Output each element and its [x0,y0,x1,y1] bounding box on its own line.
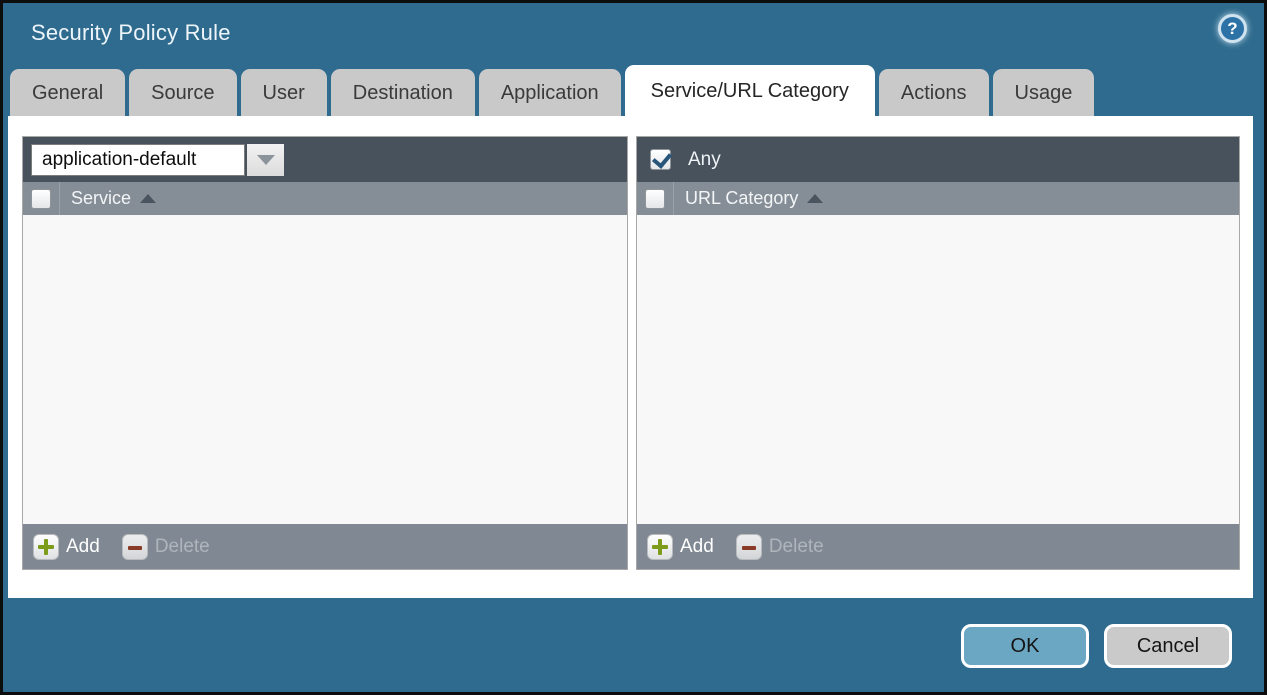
tab-user[interactable]: User [241,69,327,117]
chevron-down-icon [257,155,275,165]
any-checkbox-row: Any [650,149,721,171]
sort-ascending-icon [140,194,156,203]
tab-bar: General Source User Destination Applicat… [10,65,1264,117]
url-category-column-header[interactable]: URL Category [685,188,823,209]
sort-ascending-icon [807,194,823,203]
tab-usage[interactable]: Usage [993,69,1095,117]
url-category-table-body[interactable] [637,215,1239,524]
dialog-titlebar: Security Policy Rule [3,3,1264,63]
url-category-toolbar: Any [637,137,1239,182]
service-delete-button[interactable]: Delete [122,534,210,560]
url-category-select-all-cell [637,182,674,215]
service-panel: application-default Service [22,136,628,570]
ok-button[interactable]: OK [961,624,1089,668]
service-select-all-checkbox[interactable] [31,189,51,209]
url-category-delete-button[interactable]: Delete [736,534,824,560]
help-icon-glyph: ? [1227,19,1237,39]
url-category-table-footer: Add Delete [637,524,1239,569]
service-type-dropdown-value[interactable]: application-default [31,144,245,176]
dialog-title: Security Policy Rule [31,20,231,46]
service-table-footer: Add Delete [23,524,627,569]
url-category-panel: Any URL Category Add [636,136,1240,570]
tab-application[interactable]: Application [479,69,621,117]
any-checkbox[interactable] [650,149,671,170]
cancel-button[interactable]: Cancel [1104,624,1232,668]
service-type-dropdown-button[interactable] [247,144,284,176]
url-category-table-header: URL Category [637,182,1239,215]
service-toolbar: application-default [23,137,627,182]
url-category-add-button[interactable]: Add [647,534,714,560]
tab-source[interactable]: Source [129,69,236,117]
tab-general[interactable]: General [10,69,125,117]
tab-service-url-category[interactable]: Service/URL Category [625,65,875,117]
url-category-select-all-checkbox[interactable] [645,189,665,209]
any-checkbox-label: Any [688,149,721,171]
service-column-header[interactable]: Service [71,188,156,209]
add-plus-icon [33,534,59,560]
service-add-button[interactable]: Add [33,534,100,560]
delete-minus-icon [736,534,762,560]
tab-actions[interactable]: Actions [879,69,989,117]
service-type-dropdown[interactable]: application-default [31,144,284,176]
tab-content-area: application-default Service [8,116,1253,598]
service-select-all-cell [23,182,60,215]
delete-minus-icon [122,534,148,560]
add-plus-icon [647,534,673,560]
service-table-body[interactable] [23,215,627,524]
tab-destination[interactable]: Destination [331,69,475,117]
service-table-header: Service [23,182,627,215]
security-policy-rule-dialog: Security Policy Rule ? General Source Us… [0,0,1267,695]
help-icon[interactable]: ? [1218,14,1247,43]
